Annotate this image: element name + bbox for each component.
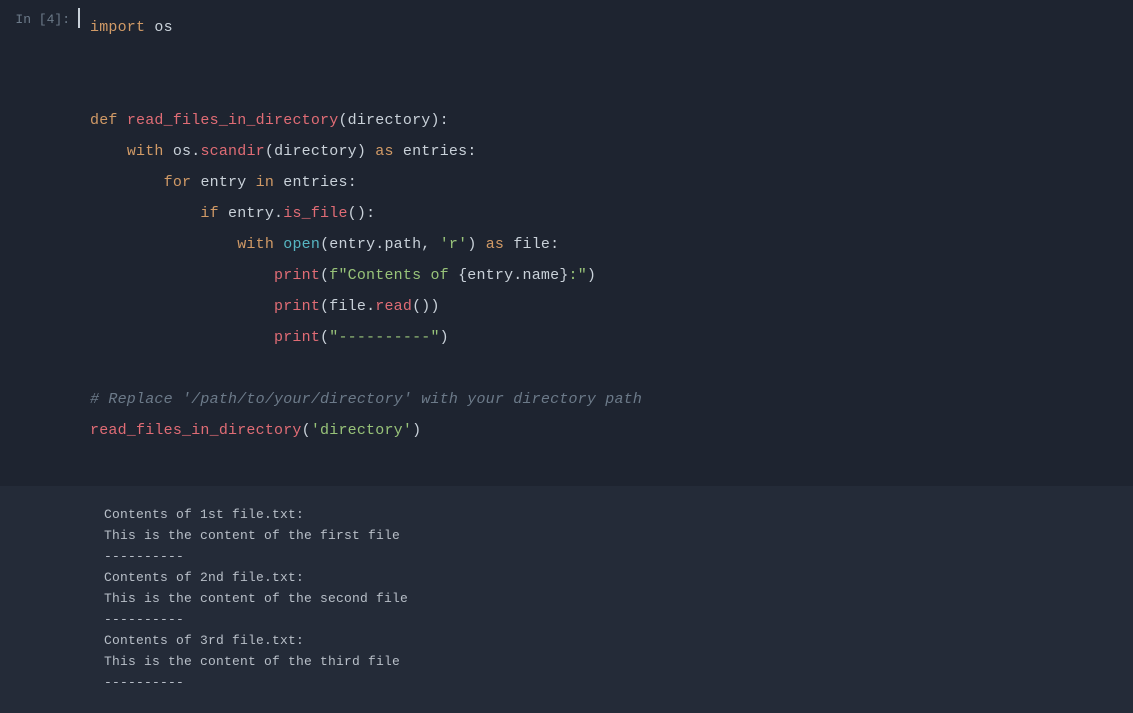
fn-call-main: read_files_in_directory xyxy=(90,422,302,439)
output-line: Contents of 2nd file.txt: xyxy=(104,567,1123,588)
comment-line: # Replace '/path/to/your/directory' with… xyxy=(90,391,642,408)
keyword-for: for xyxy=(164,174,192,191)
output-area: Contents of 1st file.txt: This is the co… xyxy=(0,486,1133,713)
cursor-icon xyxy=(78,8,80,28)
keyword-import: import xyxy=(90,19,145,36)
keyword-if: if xyxy=(200,205,218,222)
keyword-def: def xyxy=(90,112,118,129)
fn-read: read xyxy=(375,298,412,315)
output-line: This is the content of the first file xyxy=(104,525,1123,546)
keyword-in: in xyxy=(256,174,274,191)
fn-isfile: is_file xyxy=(283,205,347,222)
builtin-open: open xyxy=(283,236,320,253)
string-directory: 'directory' xyxy=(311,422,412,439)
module-os: os xyxy=(154,19,172,36)
keyword-with: with xyxy=(127,143,164,160)
output-line: ---------- xyxy=(104,546,1123,567)
output-line: Contents of 1st file.txt: xyxy=(104,504,1123,525)
input-prompt: In [4]: xyxy=(0,0,80,486)
keyword-as: as xyxy=(375,143,393,160)
output-line: ---------- xyxy=(104,672,1123,693)
output-line: This is the content of the second file xyxy=(104,588,1123,609)
input-cell: In [4]: import os def read_files_in_dire… xyxy=(0,0,1133,486)
param-directory: directory xyxy=(348,112,431,129)
function-name: read_files_in_directory xyxy=(127,112,339,129)
output-line: This is the content of the third file xyxy=(104,651,1123,672)
output-line: Contents of 3rd file.txt: xyxy=(104,630,1123,651)
string-r: 'r' xyxy=(440,236,468,253)
string-dashes: "----------" xyxy=(329,329,439,346)
code-editor[interactable]: import os def read_files_in_directory(di… xyxy=(80,0,1133,486)
fn-print: print xyxy=(274,267,320,284)
fn-scandir: scandir xyxy=(200,143,264,160)
output-line: ---------- xyxy=(104,609,1123,630)
